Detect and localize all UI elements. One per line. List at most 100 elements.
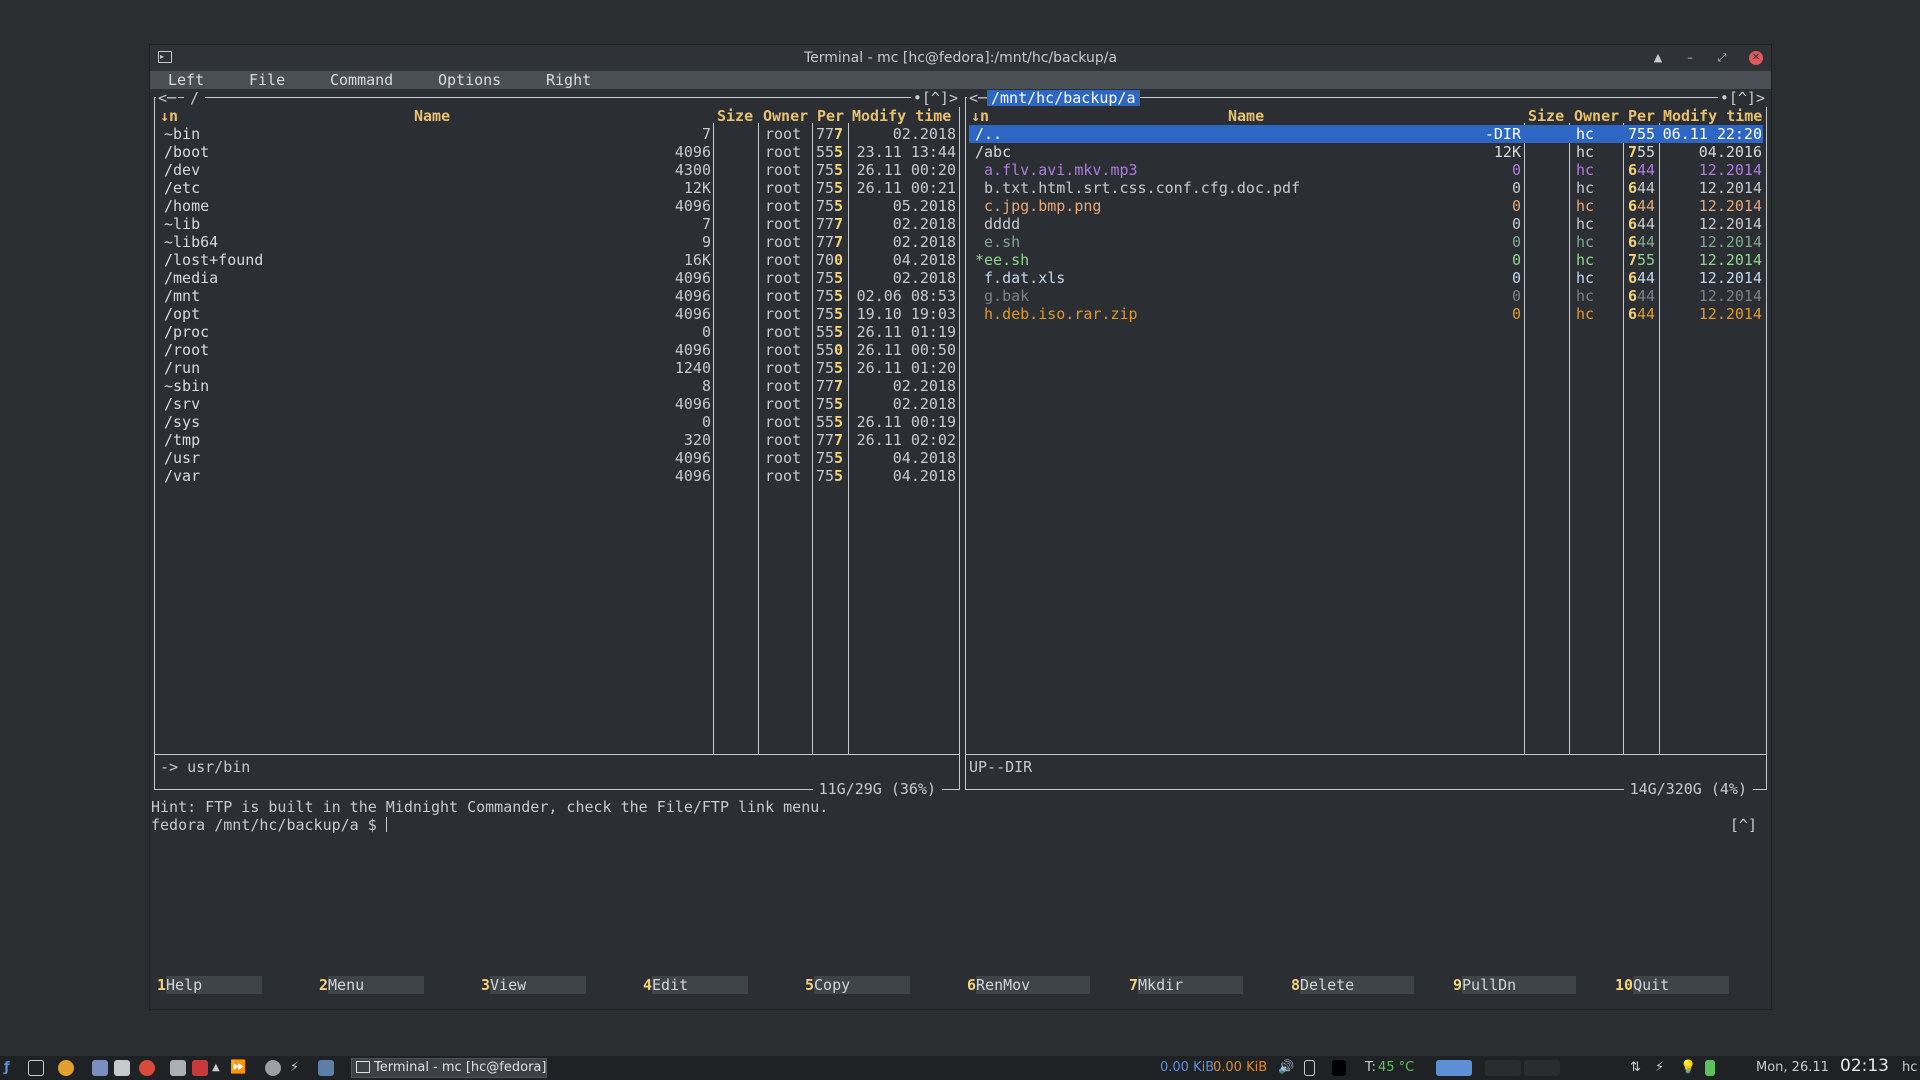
table-row[interactable]: /dev 4300 root 75 5 26.11 00:20 — [154, 161, 959, 179]
left-header-perm[interactable]: Per — [817, 107, 844, 125]
table-row[interactable]: e.sh 0 hc 6 44 12.2014 — [969, 233, 1763, 251]
power-plug-icon[interactable]: ⚡ — [1655, 1060, 1664, 1076]
table-row[interactable]: /home 4096 root 75 5 05.2018 — [154, 197, 959, 215]
table-row[interactable]: /sys 0 root 55 5 26.11 00:19 — [154, 413, 959, 431]
table-row[interactable]: /run 1240 root 75 5 26.11 01:20 — [154, 359, 959, 377]
table-row[interactable]: ~lib64 9 root 77 7 02.2018 — [154, 233, 959, 251]
plug-icon[interactable]: ⚡ — [290, 1060, 299, 1076]
dc-launcher-icon[interactable] — [192, 1060, 208, 1076]
table-row[interactable]: ~lib 7 root 77 7 02.2018 — [154, 215, 959, 233]
user-launcher-icon[interactable] — [58, 1060, 74, 1076]
right-header-sort[interactable]: ↓n — [971, 107, 989, 125]
right-panel[interactable]: <─ /mnt/hc/backup/a •[^]> ↓n Name Size O… — [965, 89, 1767, 798]
table-row[interactable]: b.txt.html.srt.css.conf.cfg.doc.pdf 0 hc 6 4… — [969, 179, 1763, 197]
left-header-sort[interactable]: ↓n — [160, 107, 178, 125]
menu-options[interactable]: Options — [438, 71, 501, 89]
shell-prompt[interactable]: fedora /mnt/hc/backup/a $ — [151, 816, 387, 834]
table-row[interactable]: /var 4096 root 75 5 04.2018 — [154, 467, 959, 485]
network-icon[interactable]: ⇅ — [1630, 1060, 1641, 1076]
table-row[interactable]: /abc 12K hc 7 55 04.2016 — [969, 143, 1763, 161]
table-row[interactable]: *ee.sh 0 hc 7 55 12.2014 — [969, 251, 1763, 269]
workspace-2[interactable] — [1485, 1060, 1521, 1076]
files-launcher-icon[interactable] — [114, 1060, 130, 1076]
menu-right[interactable]: Right — [546, 71, 591, 89]
workspace-switcher[interactable] — [1436, 1060, 1472, 1076]
window-titlebar[interactable]: ▸ Terminal - mc [hc@fedora]:/mnt/hc/back… — [150, 45, 1771, 71]
table-row[interactable]: /media 4096 root 75 5 02.2018 — [154, 269, 959, 287]
fkey-renmov-button[interactable]: 6RenMov — [967, 976, 1091, 994]
window-launcher-icon[interactable] — [318, 1060, 334, 1076]
fkey-quit-button[interactable]: 10Quit — [1615, 976, 1730, 994]
right-header-size[interactable]: Size — [1528, 107, 1564, 125]
clipboard-icon[interactable] — [1304, 1060, 1315, 1076]
right-header-owner[interactable]: Owner — [1574, 107, 1619, 125]
table-row[interactable]: /opt 4096 root 75 5 19.10 19:03 — [154, 305, 959, 323]
left-header-size[interactable]: Size — [717, 107, 753, 125]
table-row[interactable]: /lost+found 16K root 70 0 04.2018 — [154, 251, 959, 269]
table-row[interactable]: ~bin 7 root 77 7 02.2018 — [154, 125, 959, 143]
right-header-name[interactable]: Name — [1228, 107, 1264, 125]
file-name: /lost+found — [164, 251, 264, 269]
expand-arrow-icon[interactable]: ▲ — [212, 1060, 220, 1076]
battery-icon[interactable] — [1705, 1060, 1715, 1076]
right-panel-corner[interactable]: •[^]> — [1717, 89, 1767, 107]
maximize-button[interactable]: ⤢ — [1713, 49, 1731, 67]
table-row[interactable]: /.. -DIR hc 7 55 06.11 22:20 — [969, 125, 1763, 143]
table-row[interactable]: g.bak 0 hc 6 44 12.2014 — [969, 287, 1763, 305]
table-row[interactable]: f.dat.xls 0 hc 6 44 12.2014 — [969, 269, 1763, 287]
workspace-3[interactable] — [1524, 1060, 1560, 1076]
table-row[interactable]: ~sbin 8 root 77 7 02.2018 — [154, 377, 959, 395]
table-row[interactable]: a.flv.avi.mkv.mp3 0 hc 6 44 12.2014 — [969, 161, 1763, 179]
chat-launcher-icon[interactable] — [92, 1060, 108, 1076]
file-perm: 44 — [1637, 179, 1656, 197]
table-row[interactable]: dddd 0 hc 6 44 12.2014 — [969, 215, 1763, 233]
fkey-copy-button[interactable]: 5Copy — [805, 976, 911, 994]
table-row[interactable]: h.deb.iso.rar.zip 0 hc 6 44 12.2014 — [969, 305, 1763, 323]
right-header-mtime[interactable]: Modify time — [1663, 107, 1762, 125]
volume-icon[interactable]: 🔊 — [1278, 1060, 1294, 1076]
file-name: c.jpg.bmp.png — [975, 197, 1102, 215]
table-row[interactable]: /tmp 320 root 77 7 26.11 02:02 — [154, 431, 959, 449]
folder-launcher-icon[interactable] — [170, 1060, 186, 1076]
table-row[interactable]: c.jpg.bmp.png 0 hc 6 44 12.2014 — [969, 197, 1763, 215]
left-header-owner[interactable]: Owner — [763, 107, 808, 125]
bulb-icon[interactable]: 💡 — [1680, 1060, 1696, 1076]
fkey-pulldn-button[interactable]: 9PullDn — [1453, 976, 1577, 994]
media-forward-icon[interactable]: ⏩ — [230, 1060, 246, 1076]
left-panel-corner[interactable]: •[^]> — [910, 89, 960, 107]
chrome-launcher-icon[interactable] — [139, 1060, 155, 1076]
fkey-view-button[interactable]: 3View — [481, 976, 587, 994]
date-label[interactable]: Mon, 26.11 — [1756, 1060, 1829, 1076]
fkey-edit-button[interactable]: 4Edit — [643, 976, 749, 994]
table-row[interactable]: /mnt 4096 root 75 5 02.06 08:53 — [154, 287, 959, 305]
clock[interactable]: 02:13 — [1840, 1058, 1889, 1075]
table-row[interactable]: /proc 0 root 55 5 26.11 01:19 — [154, 323, 959, 341]
table-row[interactable]: /etc 12K root 75 5 26.11 00:21 — [154, 179, 959, 197]
fkey-mkdir-button[interactable]: 7Mkdir — [1129, 976, 1244, 994]
fkey-delete-button[interactable]: 8Delete — [1291, 976, 1415, 994]
prompt-corner[interactable]: [^] — [1730, 816, 1757, 834]
table-row[interactable]: /boot 4096 root 55 5 23.11 13:44 — [154, 143, 959, 161]
terminal-launcher-icon[interactable] — [28, 1060, 44, 1076]
taskbar-task-terminal[interactable]: Terminal - mc [hc@fedora]... — [351, 1058, 547, 1078]
fedora-menu-icon[interactable]: ƒ — [4, 1060, 10, 1076]
close-button[interactable]: ✕ — [1749, 51, 1763, 65]
table-row[interactable]: /root 4096 root 55 0 26.11 00:50 — [154, 341, 959, 359]
table-row[interactable]: /usr 4096 root 75 5 04.2018 — [154, 449, 959, 467]
table-row[interactable]: /srv 4096 root 75 5 02.2018 — [154, 395, 959, 413]
user-label[interactable]: hc — [1902, 1060, 1917, 1076]
menu-left[interactable]: Left — [168, 71, 204, 89]
menu-file[interactable]: File — [249, 71, 285, 89]
left-header-name[interactable]: Name — [414, 107, 450, 125]
network-tool-icon[interactable] — [265, 1060, 281, 1076]
file-size: 0 — [1511, 251, 1521, 269]
left-panel[interactable]: <─ / •[^]> ↓n Name Size Owner Per Modify… — [154, 89, 960, 798]
right-header-perm[interactable]: Per — [1628, 107, 1655, 125]
shade-button[interactable]: ▲ — [1649, 49, 1667, 67]
menu-command[interactable]: Command — [330, 71, 393, 89]
fkey-menu-button[interactable]: 2Menu — [319, 976, 425, 994]
terminal-area[interactable]: Left File Command Options Right <─ / •[^… — [150, 71, 1771, 1009]
left-header-mtime[interactable]: Modify time — [852, 107, 951, 125]
fkey-help-button[interactable]: 1Help — [157, 976, 263, 994]
minimize-button[interactable]: – — [1681, 49, 1699, 67]
